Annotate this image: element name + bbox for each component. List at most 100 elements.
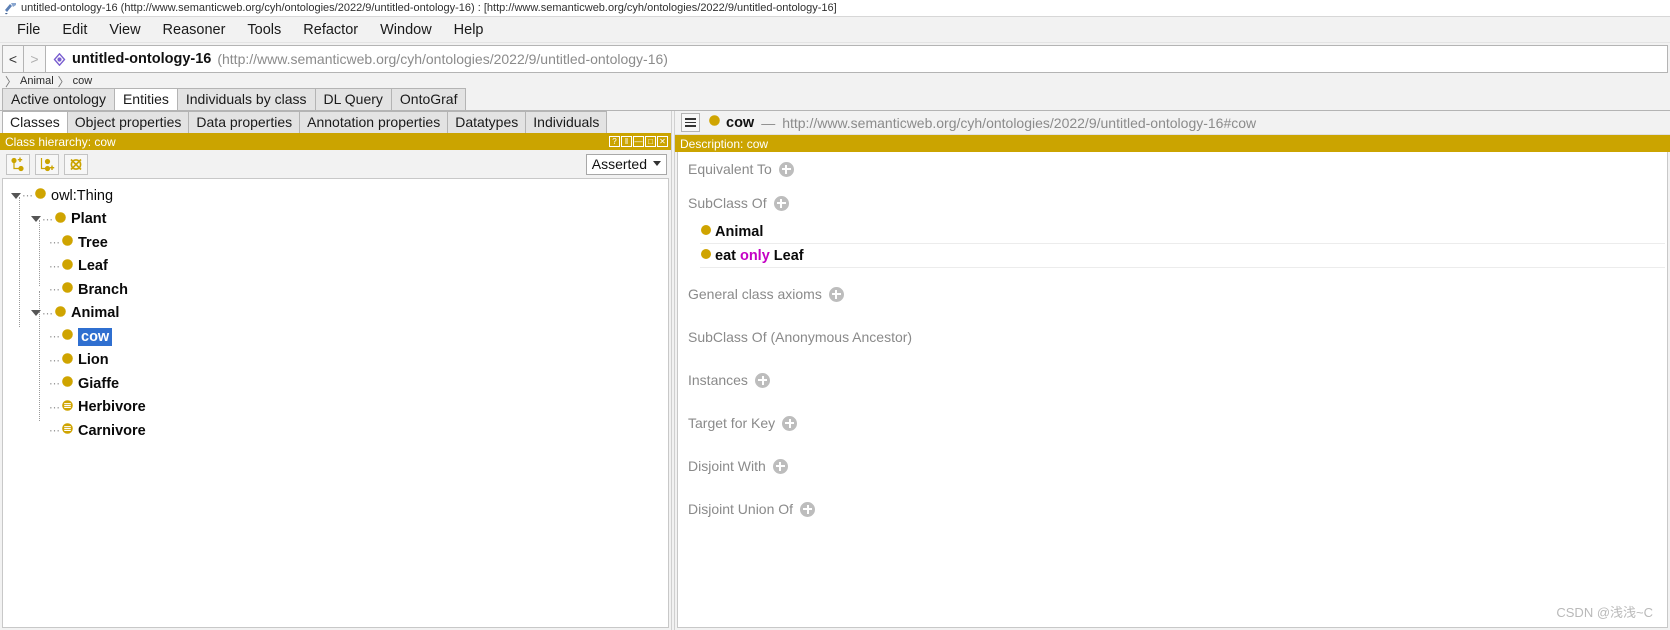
menubar: File Edit View Reasoner Tools Refactor W… [0,17,1670,43]
tree-node-branch[interactable]: ⋯ Branch [3,278,668,302]
add-subclass-of-button[interactable] [773,195,789,211]
menu-refactor[interactable]: Refactor [292,19,369,41]
axiom-row-animal[interactable]: Animal [700,220,1665,244]
expand-arrow-icon[interactable] [29,213,42,226]
tree-node-owl-thing[interactable]: ⋯ owl:Thing [3,184,668,208]
tree-node-label: Giaffe [78,375,120,392]
tree-node-label: Lion [78,352,109,369]
add-equivalent-to-button[interactable] [778,161,794,177]
hamburger-icon[interactable] [681,113,700,132]
class-icon [54,211,67,228]
axiom-row-eat-only-leaf[interactable]: eat only Leaf [700,244,1665,268]
expand-arrow-icon[interactable] [29,307,42,320]
tree-node-leaf[interactable]: ⋯ Leaf [3,255,668,279]
menu-tools[interactable]: Tools [236,19,292,41]
back-button[interactable]: < [2,45,24,73]
tree-node-lion[interactable]: ⋯ Lion [3,349,668,373]
menu-help[interactable]: Help [443,19,495,41]
subtab-classes[interactable]: Classes [2,111,68,133]
section-disjoint-union-of: Disjoint Union Of [678,492,1667,526]
menu-window[interactable]: Window [369,19,443,41]
view-mode-select[interactable]: Asserted [585,153,667,175]
tab-active-ontology[interactable]: Active ontology [2,88,115,110]
panel-header-buttons: ? ‖ — □ ✕ [609,136,668,147]
menu-edit[interactable]: Edit [51,19,98,41]
selected-entity-iri: http://www.semanticweb.org/cyh/ontologie… [782,114,1257,131]
section-label: SubClass Of [688,195,767,211]
tree-dash: ⋯ [49,237,60,250]
add-sibling-class-button[interactable] [35,153,59,175]
tree-node-label: Carnivore [78,422,146,439]
tree-node-herbivore[interactable]: ⋯ Herbivore [3,396,668,420]
class-icon [61,258,74,275]
protege-window: untitled-ontology-16 (http://www.semanti… [0,0,1670,630]
add-instance-button[interactable] [754,372,770,388]
tab-dl-query[interactable]: DL Query [314,88,392,110]
minimize-icon[interactable]: — [633,136,644,147]
tree-dash: ⋯ [49,425,60,438]
tab-ontograf[interactable]: OntoGraf [390,88,467,110]
help-icon[interactable]: ? [609,136,620,147]
tree-node-label: Leaf [78,258,108,275]
add-subclass-button[interactable] [6,153,30,175]
tree-node-plant[interactable]: ⋯ Plant [3,208,668,232]
entity-description-pane: cow — http://www.semanticweb.org/cyh/ont… [675,111,1670,630]
add-target-for-key-button[interactable] [782,415,798,431]
axiom-filler-label: Leaf [773,247,804,264]
tree-node-cow[interactable]: ⋯ cow [3,325,668,349]
section-subclass-of-anonymous-ancestor: SubClass Of (Anonymous Ancestor) [678,320,1667,354]
section-title: Disjoint With [688,449,1667,483]
tree-node-animal[interactable]: ⋯ Animal [3,302,668,326]
menu-file[interactable]: File [6,19,51,41]
maximize-icon[interactable]: □ [645,136,656,147]
menu-reasoner[interactable]: Reasoner [152,19,237,41]
breadcrumb-item-animal[interactable]: Animal [20,75,54,87]
subtab-annotation-properties[interactable]: Annotation properties [299,111,449,133]
section-general-class-axioms: General class axioms [678,277,1667,311]
ontology-iri-field[interactable]: untitled-ontology-16 (http://www.semanti… [46,45,1668,73]
expand-arrow-icon[interactable] [9,189,22,202]
view-mode-value: Asserted [591,155,647,172]
section-title: Equivalent To [688,152,1667,186]
chevron-down-icon [653,161,661,166]
delete-class-button[interactable] [64,153,88,175]
tree-node-tree[interactable]: ⋯ Tree [3,231,668,255]
class-icon [700,224,712,240]
subtab-datatypes[interactable]: Datatypes [447,111,527,133]
tab-entities[interactable]: Entities [113,88,178,110]
add-subclass-icon [11,157,24,171]
tree-node-giaffe[interactable]: ⋯ Giaffe [3,372,668,396]
add-disjoint-with-button[interactable] [772,458,788,474]
tree-dash: ⋯ [49,354,60,367]
section-title: SubClass Of [688,186,1667,220]
forward-button[interactable]: > [24,45,46,73]
tree-node-label: Branch [78,281,128,298]
axiom-property-label: eat [715,247,736,264]
subtab-object-properties[interactable]: Object properties [66,111,190,133]
close-icon[interactable]: ✕ [657,136,668,147]
section-label: SubClass Of (Anonymous Ancestor) [688,329,913,345]
workspace-split: Classes Object properties Data propertie… [0,111,1670,630]
tree-node-label: Animal [71,305,120,322]
class-hierarchy-toolbar-buttons [6,153,88,175]
tab-individuals-by-class[interactable]: Individuals by class [176,88,316,110]
add-general-class-axiom-button[interactable] [828,286,844,302]
subtab-data-properties[interactable]: Data properties [188,111,301,133]
subtab-individuals[interactable]: Individuals [525,111,608,133]
tree-node-carnivore[interactable]: ⋯ Carnivore [3,419,668,443]
add-disjoint-union-of-button[interactable] [800,501,816,517]
breadcrumb-item-cow[interactable]: cow [73,75,93,87]
class-hierarchy-pane: Classes Object properties Data propertie… [0,111,671,630]
class-icon [61,352,74,369]
split-icon[interactable]: ‖ [621,136,632,147]
class-hierarchy-tree[interactable]: ⋯ owl:Thing ⋯ Plant ⋯ Tree ⋯ Leaf ⋯ Bran… [2,178,669,628]
menu-view[interactable]: View [98,19,151,41]
class-icon [61,281,74,298]
section-disjoint-with: Disjoint With [678,449,1667,483]
section-label: General class axioms [688,286,822,302]
class-icon [34,187,47,204]
